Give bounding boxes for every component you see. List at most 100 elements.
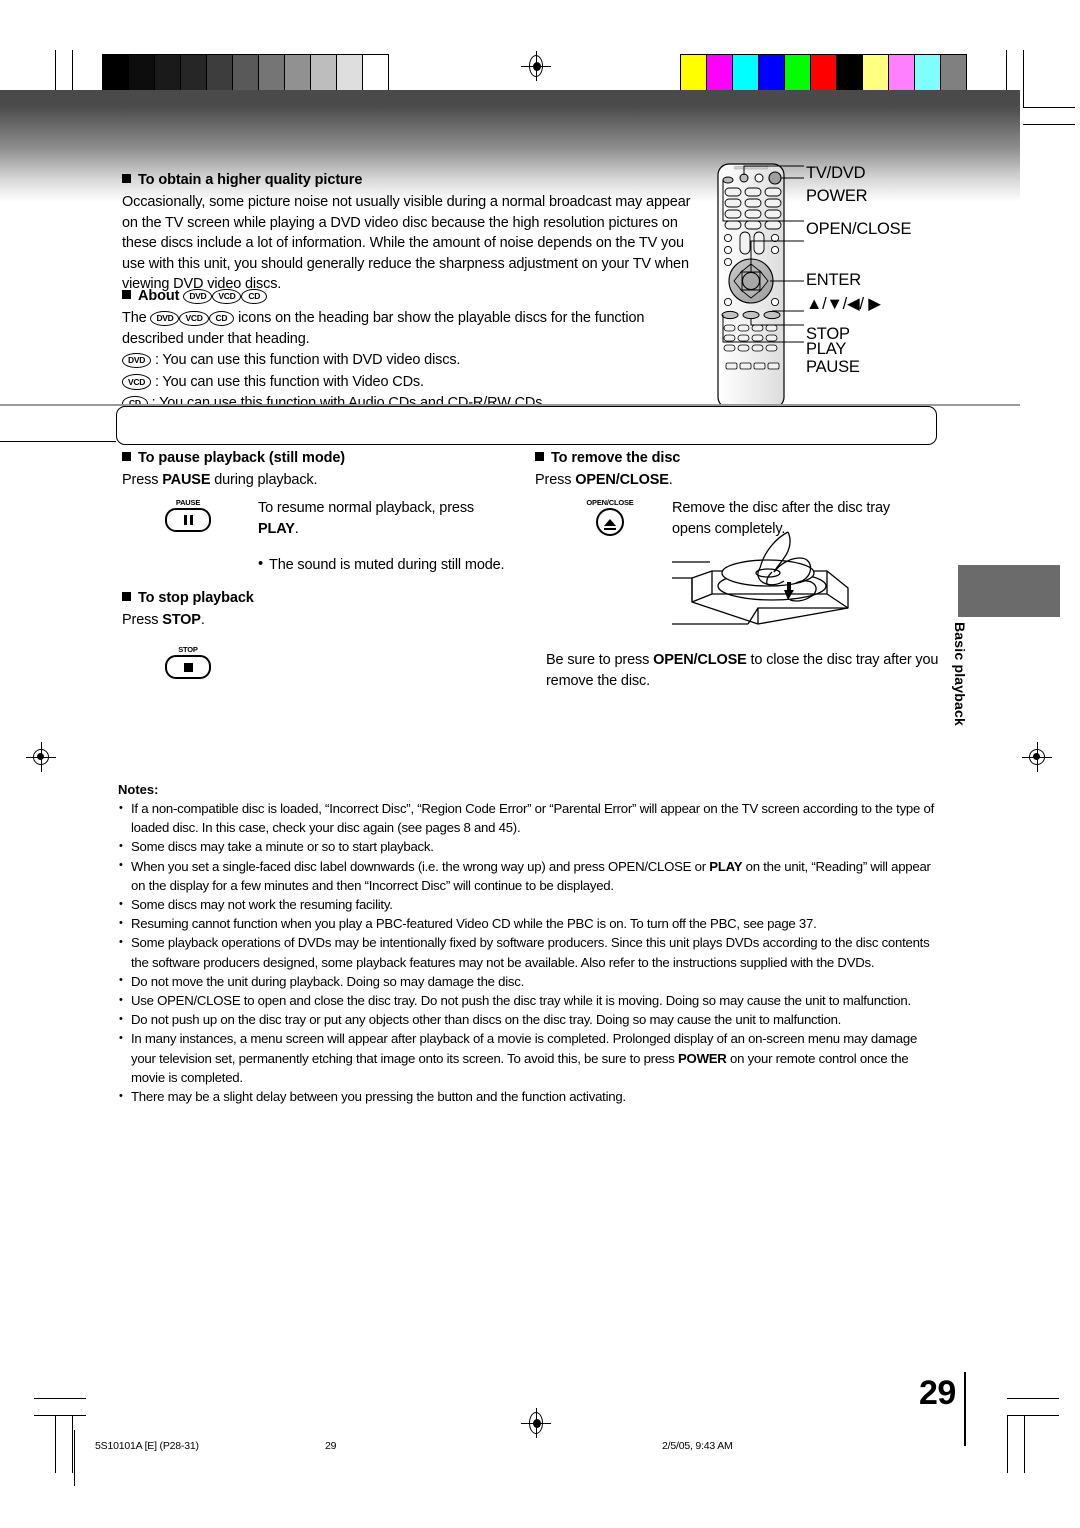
- crop-mark-bl-v: [55, 1415, 56, 1473]
- callout-power: POWER: [806, 187, 868, 205]
- note-item: Some playback operations of DVDs may be …: [118, 933, 940, 971]
- remove-disc-closing: Be sure to press OPEN/CLOSE to close the…: [546, 652, 939, 689]
- open-close-button-icon[interactable]: OPEN/CLOSE: [575, 498, 645, 536]
- side-tab-label: Basic playback: [952, 622, 968, 726]
- crop-mark-bl-h2: [34, 1415, 86, 1416]
- callout-open-close: OPEN/CLOSE: [806, 220, 912, 238]
- footer-doc-code: 5S10101A [E] (P28-31): [95, 1440, 199, 1452]
- pause-playback-instruction: Press PAUSE during playback.: [122, 472, 318, 488]
- footer-timestamp: 2/5/05, 9:43 AM: [662, 1440, 733, 1452]
- about-item-vcd: VCD : You can use this function with Vid…: [122, 372, 697, 393]
- pause-button-oval[interactable]: [165, 508, 211, 532]
- quality-picture-heading: To obtain a higher quality picture: [122, 172, 697, 188]
- crop-mark-br-v: [1007, 1415, 1008, 1473]
- crop-mark-bl-h: [34, 1398, 86, 1399]
- note-item: Do not move the unit during playback. Do…: [118, 971, 940, 991]
- page-number: 29: [919, 1374, 956, 1412]
- pause-key-name: PAUSE: [162, 472, 211, 488]
- pause-bullet-item: • The sound is muted during still mode.: [258, 556, 505, 573]
- about-section: About DVD VCD CD The DVD VCD CD icons on the…: [122, 288, 697, 414]
- note-item: If a non-compatible disc is loaded, “Inc…: [118, 798, 940, 837]
- bullet-dot-icon: •: [258, 556, 263, 572]
- pause-resume-text: To resume normal playback, press PLAY. •…: [258, 498, 513, 576]
- divider-left-line: [0, 441, 116, 443]
- notes-title: Notes:: [118, 782, 159, 797]
- stop-button-oval[interactable]: [165, 655, 211, 679]
- manual-page: To obtain a higher quality picture Occas…: [0, 0, 1080, 1528]
- note-item: Some discs may take a minute or so to st…: [118, 837, 940, 856]
- pause-button-label: PAUSE: [175, 498, 201, 507]
- crop-mark-tr-v2: [1023, 50, 1024, 108]
- note-item: Do not push up on the disc tray or put a…: [118, 1010, 940, 1029]
- open-close-key-name: OPEN/CLOSE: [653, 652, 747, 668]
- open-close-button-label: OPEN/CLOSE: [586, 498, 634, 507]
- crop-mark-bl-v2: [72, 1415, 73, 1473]
- dvd-disc-icon: DVD: [183, 288, 213, 304]
- bullet-square-icon: [122, 452, 131, 461]
- bullet-square-icon: [122, 290, 131, 299]
- notes-section: Notes: If a non-compatible disc is loade…: [118, 782, 940, 1106]
- callout-enter: ENTER: [806, 271, 861, 289]
- stop-button-icon[interactable]: STOP: [158, 645, 218, 679]
- footer-left-rule: [74, 1430, 75, 1486]
- note-item: When you set a single-faced disc label d…: [118, 856, 940, 895]
- note-item: Some discs may not work the resuming fac…: [118, 895, 940, 914]
- dvd-disc-icon: DVD: [150, 310, 180, 326]
- stop-glyph-icon: [183, 662, 193, 672]
- notes-list: If a non-compatible disc is loaded, “Inc…: [118, 798, 940, 1106]
- quality-picture-paragraph: Occasionally, some picture noise not usu…: [122, 194, 691, 292]
- crop-mark-br-h2: [1007, 1415, 1059, 1416]
- heading-bar-box: [116, 406, 937, 445]
- about-line-pre: The: [122, 310, 147, 326]
- side-tab-block: [958, 565, 1060, 617]
- open-close-key-name: OPEN/CLOSE: [575, 472, 669, 488]
- disc-tray-illustration: [672, 531, 849, 625]
- crop-mark-tr-h: [1023, 107, 1075, 108]
- crop-mark-tr-h2: [1023, 124, 1075, 125]
- note-item: Use OPEN/CLOSE to open and close the dis…: [118, 991, 940, 1010]
- bullet-square-icon: [535, 452, 544, 461]
- stop-button-label: STOP: [178, 645, 198, 654]
- remove-disc-section: To remove the disc Press OPEN/CLOSE.: [535, 450, 935, 491]
- about-heading: About DVD VCD CD: [122, 288, 697, 304]
- note-item: In many instances, a menu screen will ap…: [118, 1029, 940, 1087]
- vcd-disc-icon: VCD: [122, 374, 152, 390]
- remove-disc-heading: To remove the disc: [535, 450, 935, 466]
- pause-glyph-icon: [183, 515, 193, 525]
- about-item-dvd-text: : You can use this function with DVD vid…: [154, 352, 461, 368]
- callout-arrows: ▲/▼/◀/ ▶: [806, 295, 881, 313]
- stop-playback-heading: To stop playback: [122, 590, 522, 606]
- play-key-name: PLAY: [258, 520, 295, 537]
- pause-playback-heading: To pause playback (still mode): [122, 450, 522, 466]
- registration-mark-bottom-center: [521, 1408, 551, 1438]
- open-close-button-circle[interactable]: [596, 508, 624, 536]
- pause-button-icon[interactable]: PAUSE: [158, 498, 218, 532]
- remove-disc-instruction: Press OPEN/CLOSE.: [535, 472, 673, 488]
- page-number-rule: [964, 1372, 966, 1446]
- registration-mark-top-center: [521, 51, 551, 81]
- cd-disc-icon: CD: [241, 288, 268, 304]
- callout-play: PLAY: [806, 340, 847, 358]
- callout-pause: PAUSE: [806, 358, 860, 376]
- about-item-vcd-text: : You can use this function with Video C…: [154, 373, 424, 390]
- crop-mark-br-v2: [1024, 1415, 1025, 1473]
- stop-playback-instruction: Press STOP.: [122, 612, 205, 628]
- footer-page-number: 29: [325, 1440, 337, 1452]
- stop-playback-section: To stop playback Press STOP.: [122, 590, 522, 631]
- about-paragraph: The DVD VCD CD icons on the heading bar sh…: [122, 308, 697, 349]
- pause-playback-section: To pause playback (still mode) Press PAU…: [122, 450, 522, 491]
- callout-tv-dvd: TV/DVD: [806, 164, 866, 182]
- eject-glyph-icon: [604, 518, 616, 530]
- stop-key-name: STOP: [162, 612, 201, 628]
- bullet-square-icon: [122, 174, 131, 183]
- dvd-disc-icon: DVD: [122, 352, 152, 368]
- crop-mark-br-h: [1007, 1398, 1059, 1399]
- about-item-dvd: DVD : You can use this function with DVD…: [122, 350, 697, 371]
- note-item: There may be a slight delay between you …: [118, 1087, 940, 1106]
- registration-mark-right: [1022, 742, 1052, 772]
- bullet-square-icon: [122, 592, 131, 601]
- note-item: Resuming cannot function when you play a…: [118, 914, 940, 933]
- cd-disc-icon: CD: [208, 310, 235, 326]
- vcd-disc-icon: VCD: [179, 310, 209, 326]
- registration-mark-left: [26, 742, 56, 772]
